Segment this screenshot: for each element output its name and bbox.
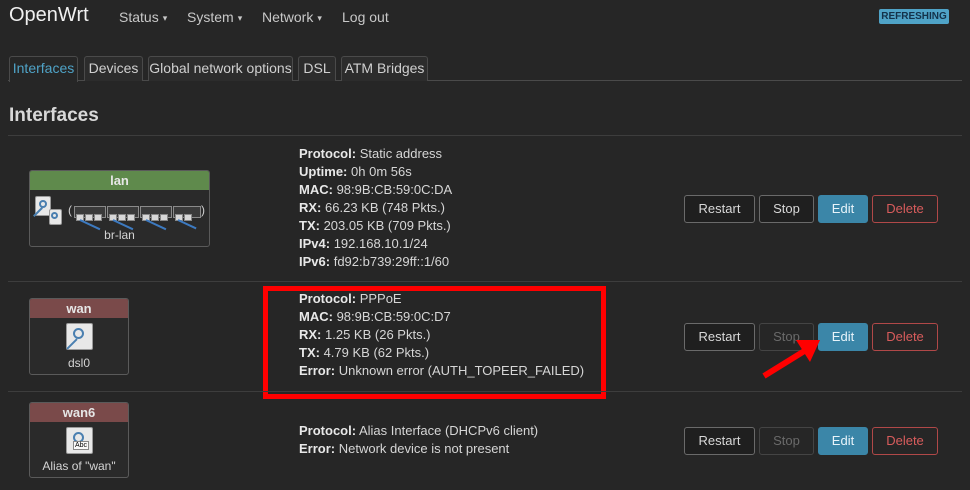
delete-button[interactable]: Delete xyxy=(872,427,938,455)
detail-line: RX: 66.23 KB (748 Pkts.) xyxy=(299,200,445,215)
top-navbar: OpenWrt Status ▾ System ▾ Network ▾ Log out… xyxy=(0,0,970,34)
device-label: Alias of "wan" xyxy=(42,459,116,473)
device-label: dsl0 xyxy=(67,356,90,370)
switch-port-icon xyxy=(107,206,139,221)
section-title: Interfaces xyxy=(9,105,99,126)
annotation-highlight-box xyxy=(263,286,606,399)
brand-logo[interactable]: OpenWrt xyxy=(9,4,89,27)
iface-name: lan xyxy=(30,171,209,190)
tab-global-network-options[interactable]: Global network options xyxy=(148,56,293,81)
tab-devices[interactable]: Devices xyxy=(84,56,143,81)
alias-icon: Abc xyxy=(66,427,93,454)
annotation-arrow-icon xyxy=(762,340,820,379)
ethernet-port-icon xyxy=(66,323,93,350)
edit-button[interactable]: Edit xyxy=(818,195,868,223)
restart-button[interactable]: Restart xyxy=(684,427,755,455)
iface-name: wan xyxy=(30,299,128,318)
detail-line: IPv6: fd92:b739:29ff::1/60 xyxy=(299,254,450,269)
delete-button[interactable]: Delete xyxy=(872,323,938,351)
detail-line: Protocol: Static address xyxy=(299,146,443,161)
iface-details-wan6: Protocol: Alias Interface (DHCPv6 client… xyxy=(299,422,538,458)
bridge-bracket-icon: ) xyxy=(201,203,205,217)
tab-interfaces[interactable]: Interfaces xyxy=(9,56,78,82)
chevron-down-icon: ▾ xyxy=(237,13,243,23)
detail-line: Protocol: Alias Interface (DHCPv6 client… xyxy=(299,423,539,438)
delete-button[interactable]: Delete xyxy=(872,195,938,223)
abc-label: Abc xyxy=(73,441,90,450)
device-label: br-lan xyxy=(104,228,135,242)
edit-button[interactable]: Edit xyxy=(818,427,868,455)
switch-port-icon xyxy=(140,206,172,221)
bridge-bracket-icon: ( xyxy=(68,203,72,217)
restart-button[interactable]: Restart xyxy=(684,323,755,351)
detail-line: TX: 203.05 KB (709 Pkts.) xyxy=(299,218,451,233)
iface-name: wan6 xyxy=(30,403,128,422)
tab-atm-bridges[interactable]: ATM Bridges xyxy=(341,56,428,81)
iface-details-lan: Protocol: Static address Uptime: 0h 0m 5… xyxy=(299,145,452,271)
menu-status[interactable]: Status ▾ xyxy=(119,9,167,25)
stop-button[interactable]: Stop xyxy=(759,427,814,455)
detail-line: MAC: 98:9B:CB:59:0C:DA xyxy=(299,182,453,197)
menu-status-label: Status xyxy=(119,9,159,25)
detail-line: IPv4: 192.168.10.1/24 xyxy=(299,236,428,251)
stop-button[interactable]: Stop xyxy=(759,195,814,223)
refreshing-badge[interactable]: REFRESHING xyxy=(879,9,949,24)
detail-line: Uptime: 0h 0m 56s xyxy=(299,164,412,179)
menu-system-label: System xyxy=(187,9,234,25)
tab-dsl[interactable]: DSL xyxy=(298,56,336,81)
detail-line: Error: Network device is not present xyxy=(299,441,510,456)
chevron-down-icon: ▾ xyxy=(317,13,322,23)
menu-system[interactable]: System ▾ xyxy=(187,9,242,25)
restart-button[interactable]: Restart xyxy=(684,195,755,223)
switch-port-icon xyxy=(173,206,201,221)
menu-logout[interactable]: Log out xyxy=(342,9,389,25)
table-divider xyxy=(8,281,962,282)
menu-network-label: Network xyxy=(262,9,314,25)
menu-network[interactable]: Network ▾ xyxy=(262,9,322,25)
chevron-down-icon: ▾ xyxy=(162,13,168,23)
table-divider xyxy=(8,391,962,392)
bridge-port-icon xyxy=(49,209,62,225)
switch-port-icon xyxy=(74,206,106,221)
table-divider xyxy=(8,135,962,136)
